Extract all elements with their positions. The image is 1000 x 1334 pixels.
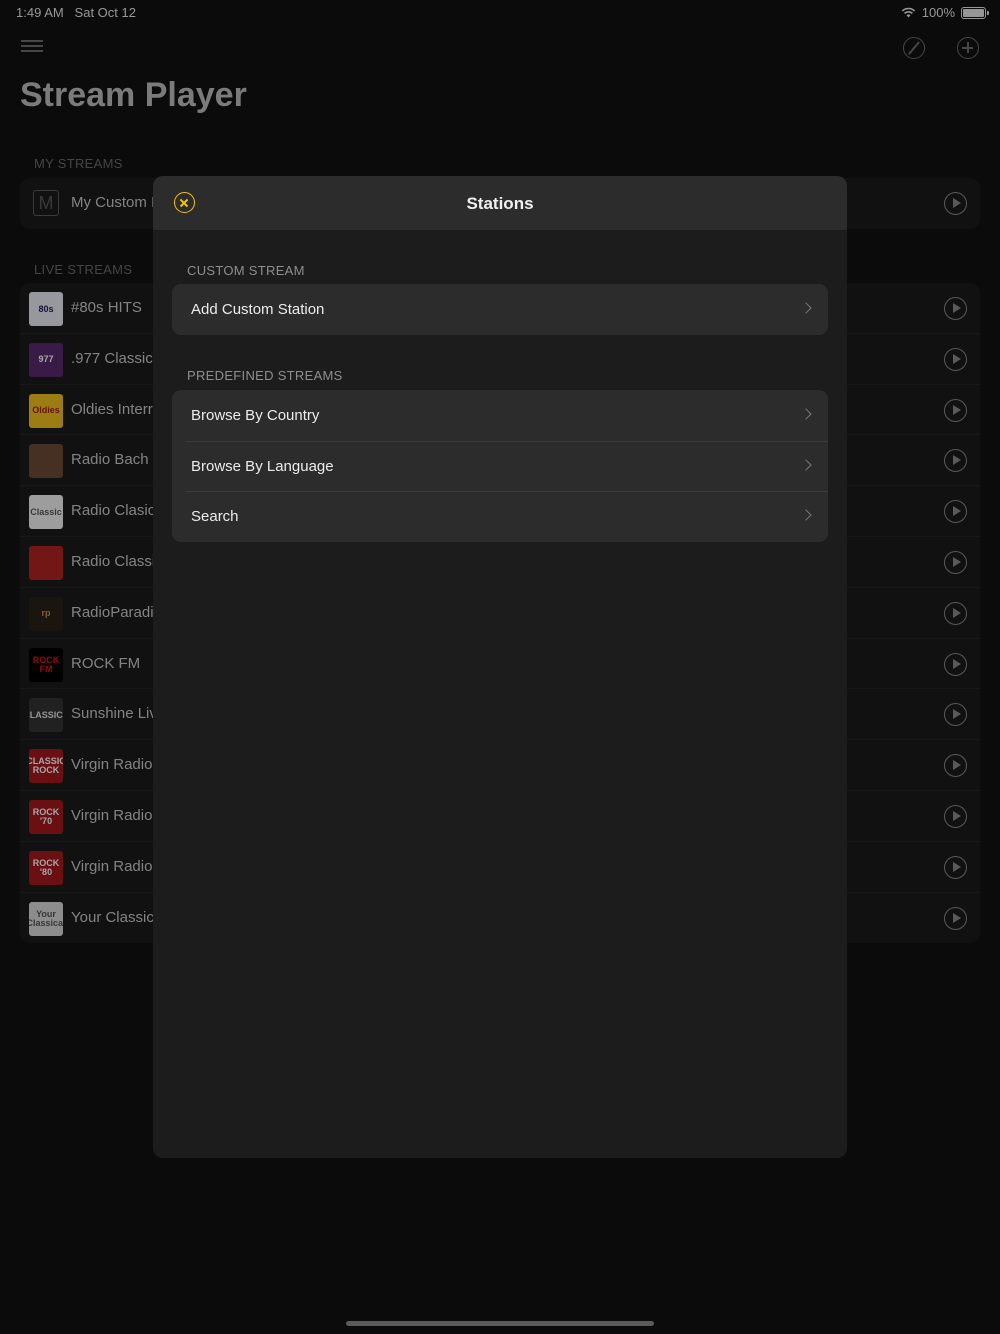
chevron-right-icon xyxy=(800,302,812,314)
search-button[interactable]: Search xyxy=(172,491,828,542)
stations-modal: Stations CUSTOM STREAM Add Custom Statio… xyxy=(153,176,847,1158)
custom-stream-group: Add Custom Station xyxy=(172,284,828,335)
modal-header: Stations xyxy=(153,176,847,230)
add-custom-station-button-label: Add Custom Station xyxy=(191,301,325,318)
chevron-right-icon xyxy=(800,408,812,420)
browse-by-language-button-label: Browse By Language xyxy=(191,457,334,475)
predefined-streams-header: PREDEFINED STREAMS xyxy=(187,368,343,383)
browse-by-country-button-label: Browse By Country xyxy=(191,407,320,424)
modal-title: Stations xyxy=(466,194,534,213)
chevron-right-icon xyxy=(800,509,812,522)
predefined-streams-group: Browse By Country Browse By Language Searc… xyxy=(172,390,828,543)
browse-by-language-button[interactable]: Browse By Language xyxy=(172,440,828,492)
add-custom-station-button[interactable]: Add Custom Station xyxy=(172,284,828,335)
browse-by-country-button[interactable]: Browse By Country xyxy=(172,390,828,441)
custom-stream-header: CUSTOM STREAM xyxy=(187,263,305,278)
home-indicator[interactable] xyxy=(346,1321,654,1326)
chevron-right-icon xyxy=(800,459,812,471)
search-button-label: Search xyxy=(191,508,239,526)
